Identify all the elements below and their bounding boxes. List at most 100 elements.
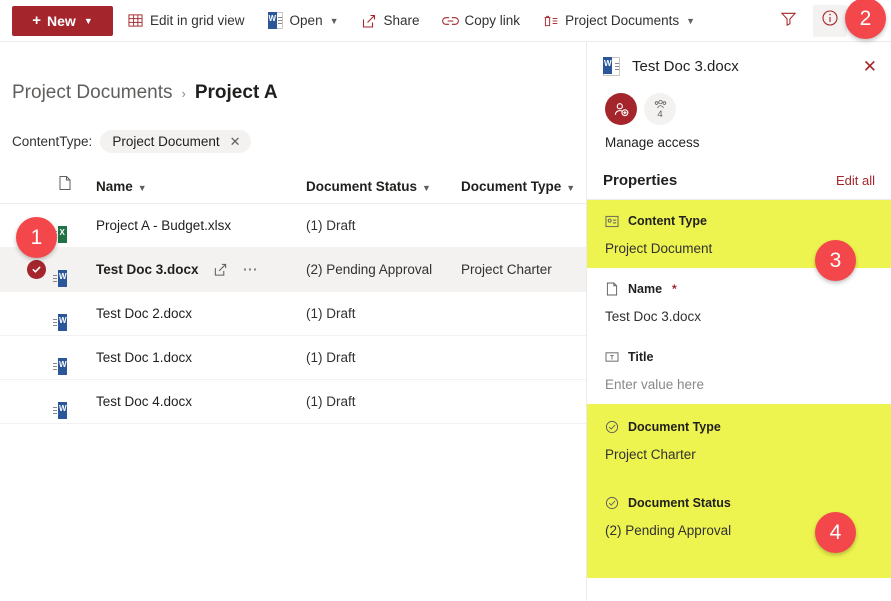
access-avatars: 4 [587,75,891,125]
breadcrumb-separator: › [181,86,186,101]
row-file-icon-cell: W [53,247,96,292]
new-button[interactable]: + New ▼ [12,5,113,36]
choice-icon [605,496,619,510]
details-info-button[interactable] [813,4,847,37]
document-status-header-label: Document Status [306,179,418,194]
person-add-icon[interactable] [605,93,637,125]
delete-list-icon [542,12,559,29]
grid-icon [127,12,144,29]
word-icon: W [603,57,620,76]
document-status-header[interactable]: Document Status ▼ [306,175,461,204]
property-label-row: Document Status [605,496,875,510]
row-name-cell[interactable]: Test Doc 3.docx ⋯ [96,247,306,292]
close-icon[interactable]: ✕ [863,58,877,75]
document-type-header[interactable]: Document Type ▼ [461,175,586,204]
property-label-row: T Title [605,350,875,364]
info-icon [821,9,839,32]
table-row[interactable]: W Test Doc 4.docx (1) Draft [0,379,586,424]
more-options-icon[interactable]: ⋯ [243,262,259,277]
property-value-placeholder[interactable]: Enter value here [605,377,875,392]
name-header-label: Name [96,179,133,194]
group-icon[interactable]: 4 [644,93,676,125]
property-field-document-type[interactable]: Document Type Project Charter [587,404,891,474]
select-all-header[interactable] [0,175,58,204]
checkmark-icon[interactable] [27,260,46,279]
table-row[interactable]: W Test Doc 2.docx (1) Draft [0,291,586,336]
sharepoint-library-page: + New ▼ Edit in grid view W Open ▼ Share [0,0,891,601]
property-field-title[interactable]: T Title Enter value here [587,336,891,404]
word-icon: W [267,12,284,29]
chevron-down-icon: ▼ [137,183,147,193]
row-type-cell [461,291,586,336]
name-with-actions: Test Doc 3.docx ⋯ [96,262,306,278]
file-name[interactable]: Test Doc 1.docx [96,350,192,365]
manage-access-link[interactable]: Manage access [587,125,891,150]
row-file-icon-cell: W [53,335,96,380]
file-name[interactable]: Test Doc 2.docx [96,306,192,321]
file-name[interactable]: Test Doc 4.docx [96,394,192,409]
row-status-cell: (1) Draft [306,379,461,424]
edit-in-grid-view-label: Edit in grid view [150,13,245,28]
project-documents-menu[interactable]: Project Documents ▼ [534,5,703,37]
active-filter-row: ContentType: Project Document ✕ [0,104,586,153]
share-button[interactable]: Share [353,5,428,37]
property-label-row: Content Type [605,214,875,228]
new-button-label: New [47,12,76,29]
row-actions: ⋯ [213,262,259,278]
share-icon [361,12,378,29]
filter-label: ContentType: [12,134,93,149]
name-header[interactable]: Name ▼ [96,175,306,204]
row-select-cell[interactable] [0,291,58,336]
row-name-cell[interactable]: Test Doc 2.docx [96,291,306,336]
edit-in-grid-view-button[interactable]: Edit in grid view [119,5,253,37]
row-file-icon-cell: X [53,203,96,248]
row-type-cell [461,335,586,380]
annotation-badge-number: 2 [859,6,872,30]
details-panel-title: Test Doc 3.docx [632,58,739,75]
file-name[interactable]: Project A - Budget.xlsx [96,218,231,233]
close-icon[interactable]: ✕ [230,135,241,148]
row-select-cell[interactable] [0,335,58,380]
row-status-cell: (1) Draft [306,335,461,380]
row-status-cell: (2) Pending Approval [306,247,461,292]
copy-link-label: Copy link [464,13,521,28]
share-label: Share [383,13,420,28]
file-type-header[interactable] [58,175,96,204]
open-button[interactable]: W Open ▼ [259,5,347,37]
copy-link-button[interactable]: Copy link [434,5,529,37]
content-type-icon [605,214,619,228]
breadcrumb-root[interactable]: Project Documents [12,82,173,104]
annotation-badge-2: 2 [845,0,886,39]
row-type-cell [461,379,586,424]
link-icon [441,12,459,29]
filter-pill-content-type[interactable]: Project Document ✕ [100,130,251,153]
breadcrumb-current[interactable]: Project A [195,82,278,104]
share-icon[interactable] [213,262,229,278]
plus-icon: + [32,12,42,29]
property-label-row: Name * [605,282,875,296]
property-label: Document Status [628,496,731,510]
row-name-cell[interactable]: Project A - Budget.xlsx [96,203,306,248]
table-row[interactable]: W Test Doc 3.docx ⋯ (2) Pending Approval… [0,247,586,292]
filter-pill-label: Project Document [112,134,220,149]
table-row[interactable]: W Test Doc 1.docx (1) Draft [0,335,586,380]
edit-all-link[interactable]: Edit all [836,173,875,188]
document-icon [605,282,619,296]
chevron-down-icon: ▼ [329,15,339,26]
row-name-cell[interactable]: Test Doc 1.docx [96,335,306,380]
table-header-row: Name ▼ Document Status ▼ Document Type ▼ [0,175,586,204]
filter-button[interactable] [771,5,805,37]
documents-table-body: X Project A - Budget.xlsx (1) Draft W Te… [0,203,586,424]
row-select-cell[interactable] [0,379,58,424]
properties-header: Properties Edit all [587,150,891,200]
open-label: Open [289,13,323,28]
annotation-badge-4: 4 [815,512,856,553]
property-label: Document Type [628,420,721,434]
property-value[interactable]: Project Charter [605,447,875,462]
row-name-cell[interactable]: Test Doc 4.docx [96,379,306,424]
document-icon [58,176,72,194]
file-name[interactable]: Test Doc 3.docx [96,262,199,277]
properties-title: Properties [603,172,678,189]
table-row[interactable]: X Project A - Budget.xlsx (1) Draft [0,203,586,248]
property-value[interactable]: Test Doc 3.docx [605,309,875,324]
